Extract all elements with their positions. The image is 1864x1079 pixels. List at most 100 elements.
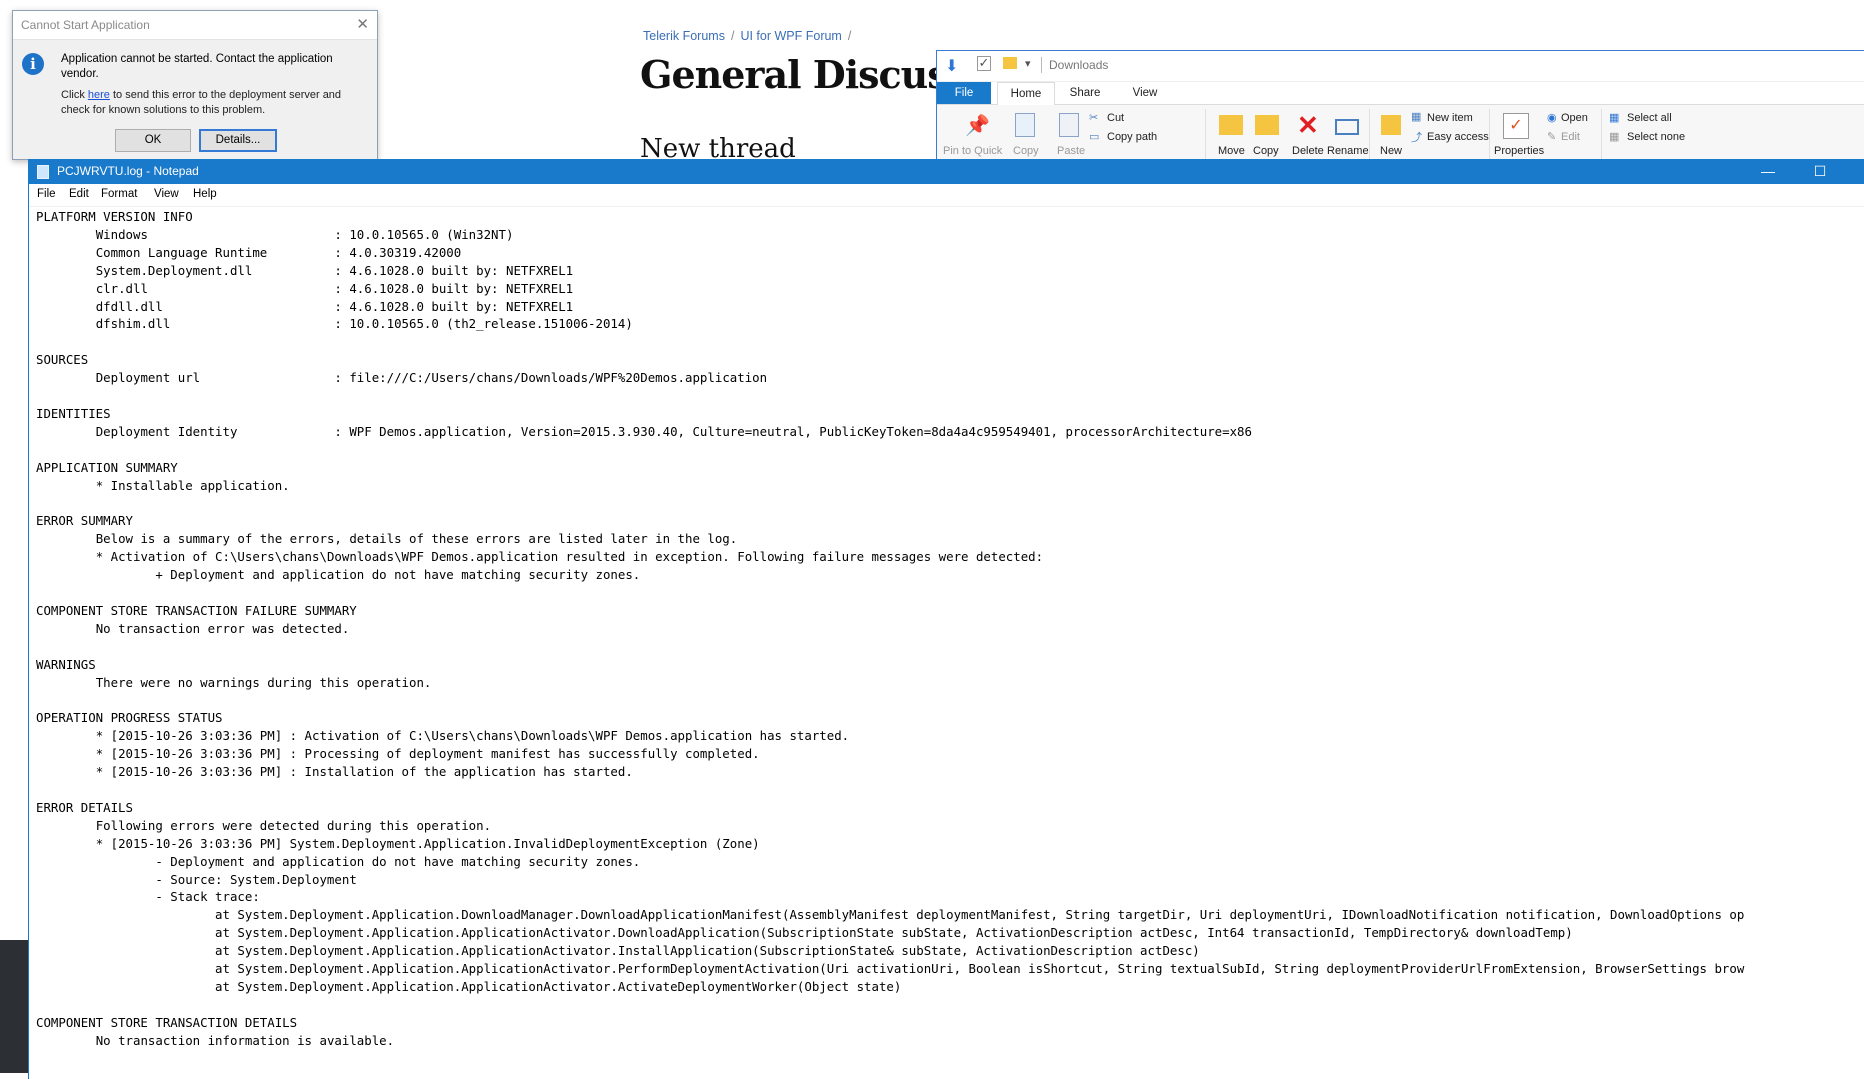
- menu-view[interactable]: View: [154, 188, 179, 200]
- notepad-titlebar[interactable]: PCJWRVTU.log - Notepad — ☐ ✕: [29, 159, 1864, 184]
- close-icon[interactable]: ✕: [356, 15, 369, 33]
- log-line: WARNINGS: [36, 656, 96, 672]
- send-error-link[interactable]: here: [88, 89, 110, 101]
- log-line: IDENTITIES: [36, 405, 111, 421]
- new-folder-icon[interactable]: [1003, 57, 1017, 69]
- minimize-icon[interactable]: —: [1745, 161, 1791, 182]
- copy-path-button[interactable]: Copy path: [1107, 131, 1157, 143]
- edit-button[interactable]: Edit: [1561, 131, 1580, 143]
- log-line: ERROR DETAILS: [36, 799, 133, 815]
- tab-share[interactable]: Share: [1057, 82, 1113, 104]
- log-line: ERROR SUMMARY: [36, 513, 133, 529]
- pin-icon[interactable]: 📌: [965, 113, 990, 137]
- close-icon[interactable]: ✕: [1849, 161, 1864, 182]
- download-arrow-icon[interactable]: ⬇: [945, 56, 958, 76]
- log-line: clr.dll : 4.6.1028.0 built by: NETFXREL1: [36, 280, 574, 296]
- tab-view[interactable]: View: [1117, 82, 1173, 104]
- properties-check-icon[interactable]: ✓: [977, 56, 991, 71]
- copy-to-button[interactable]: Copy: [1253, 145, 1279, 157]
- dialog-detail-text: Click here to send this error to the dep…: [61, 88, 366, 118]
- customize-caret-icon[interactable]: ▾: [1025, 57, 1031, 70]
- rename-button[interactable]: Rename: [1327, 145, 1369, 157]
- new-item-button[interactable]: New item: [1427, 112, 1473, 124]
- menu-edit[interactable]: Edit: [69, 188, 89, 200]
- breadcrumb-link-wpf-forum[interactable]: UI for WPF Forum: [740, 29, 841, 43]
- delete-button[interactable]: Delete: [1292, 145, 1324, 157]
- maximize-icon[interactable]: ☐: [1797, 161, 1843, 182]
- menu-bar: File Edit Format View Help: [29, 184, 1864, 207]
- select-all-icon: ▦: [1609, 112, 1620, 124]
- copy-to-icon[interactable]: [1255, 115, 1279, 135]
- log-line: * [2015-10-26 3:03:36 PM] : Processing o…: [36, 746, 760, 762]
- new-folder-button[interactable]: New: [1380, 145, 1402, 157]
- move-to-button[interactable]: Move: [1218, 145, 1245, 157]
- select-none-button[interactable]: Select none: [1627, 131, 1685, 143]
- rename-icon[interactable]: [1335, 119, 1359, 135]
- text-editor[interactable]: PLATFORM VERSION INFO Windows : 10.0.105…: [29, 206, 1864, 1079]
- details-button[interactable]: Details...: [199, 129, 277, 152]
- breadcrumb-separator: /: [847, 29, 852, 43]
- paste-icon[interactable]: [1059, 113, 1079, 137]
- log-line: at System.Deployment.Application.Applica…: [36, 925, 1573, 941]
- open-icon: ◉: [1547, 112, 1557, 124]
- select-all-button[interactable]: Select all: [1627, 112, 1672, 124]
- log-line: OPERATION PROGRESS STATUS: [36, 710, 223, 726]
- log-line: - Source: System.Deployment: [36, 871, 357, 887]
- delete-icon[interactable]: ✕: [1297, 112, 1321, 138]
- edit-icon: ✎: [1547, 131, 1557, 143]
- properties-icon[interactable]: ✓: [1503, 113, 1529, 139]
- breadcrumb-separator: /: [730, 29, 735, 43]
- open-button[interactable]: Open: [1561, 112, 1588, 124]
- log-line: * [2015-10-26 3:03:36 PM] : Installation…: [36, 764, 633, 780]
- log-line: * [2015-10-26 3:03:36 PM] System.Deploym…: [36, 835, 760, 851]
- log-line: at System.Deployment.Application.Applica…: [36, 978, 902, 994]
- log-line: System.Deployment.dll : 4.6.1028.0 built…: [36, 262, 574, 278]
- log-line: Common Language Runtime : 4.0.30319.4200…: [36, 244, 462, 260]
- easy-access-button[interactable]: Easy access: [1427, 131, 1489, 143]
- copy-button[interactable]: Copy: [1013, 145, 1039, 157]
- log-line: Below is a summary of the errors, detail…: [36, 531, 738, 547]
- quick-access-toolbar: ⬇ ✓ ▾ Downloads: [937, 51, 1864, 82]
- log-line: No transaction information is available.: [36, 1032, 395, 1048]
- log-line: at System.Deployment.Application.Applica…: [36, 961, 1745, 977]
- log-line: at System.Deployment.Application.Applica…: [36, 943, 1200, 959]
- menu-help[interactable]: Help: [193, 188, 217, 200]
- log-line: SOURCES: [36, 352, 89, 368]
- log-line: dfdll.dll : 4.6.1028.0 built by: NETFXRE…: [36, 298, 574, 314]
- menu-format[interactable]: Format: [101, 188, 137, 200]
- group-divider: [1489, 109, 1490, 159]
- notepad-title: PCJWRVTU.log - Notepad: [57, 164, 199, 178]
- log-line: - Stack trace:: [36, 889, 260, 905]
- breadcrumb-link-telerik-forums[interactable]: Telerik Forums: [643, 29, 725, 43]
- tab-home[interactable]: Home: [997, 82, 1055, 105]
- group-divider: [1601, 109, 1602, 159]
- ribbon-tabs: File Home Share View: [937, 82, 1864, 105]
- detail-prefix: Click: [61, 89, 88, 101]
- paste-button[interactable]: Paste: [1057, 145, 1085, 157]
- dialog-titlebar[interactable]: Cannot Start Application ✕: [13, 11, 377, 40]
- scissors-icon: ✂: [1089, 112, 1099, 124]
- ok-button[interactable]: OK: [115, 129, 191, 152]
- log-line: at System.Deployment.Application.Downloa…: [36, 907, 1745, 923]
- copy-icon[interactable]: [1015, 113, 1035, 137]
- log-line: * [2015-10-26 3:03:36 PM] : Activation o…: [36, 728, 850, 744]
- new-folder-big-icon[interactable]: [1381, 115, 1401, 135]
- log-line: Following errors were detected during th…: [36, 817, 492, 833]
- move-to-icon[interactable]: [1219, 115, 1243, 135]
- tab-file[interactable]: File: [937, 82, 991, 104]
- log-line: * Activation of C:\Users\chans\Downloads…: [36, 549, 1044, 565]
- log-line: COMPONENT STORE TRANSACTION DETAILS: [36, 1014, 298, 1030]
- cut-button[interactable]: Cut: [1107, 112, 1124, 124]
- log-line: Deployment Identity : WPF Demos.applicat…: [36, 423, 1252, 439]
- pin-to-quick-button[interactable]: Pin to Quick: [943, 145, 1002, 157]
- log-line: PLATFORM VERSION INFO: [36, 209, 193, 224]
- explorer-window: ⬇ ✓ ▾ Downloads File Home Share View 📌 P…: [936, 50, 1864, 163]
- log-line: No transaction error was detected.: [36, 620, 350, 636]
- menu-file[interactable]: File: [37, 188, 56, 200]
- properties-button[interactable]: Properties: [1494, 145, 1544, 157]
